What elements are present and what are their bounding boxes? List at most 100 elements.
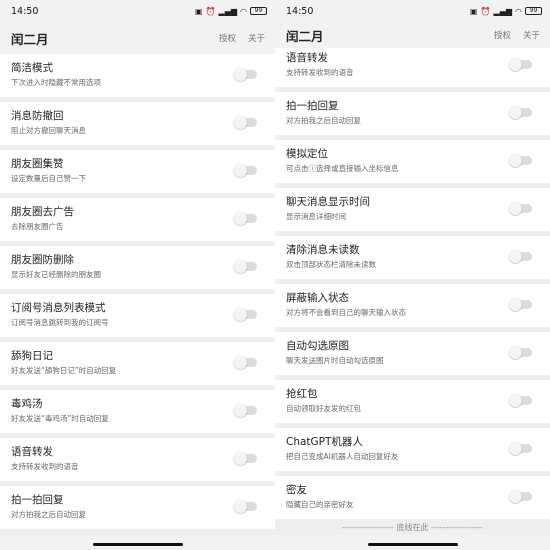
toggle-knob bbox=[234, 356, 247, 369]
setting-item[interactable]: 订阅号消息列表模式 订阅号消息跳转到我的订阅号 bbox=[0, 294, 275, 337]
setting-title: 清除消息未读数 bbox=[286, 244, 360, 256]
toggle-knob bbox=[234, 404, 247, 417]
toggle-knob bbox=[509, 202, 522, 215]
setting-item[interactable]: 聊天消息显示时间 显示消息详细时间 bbox=[275, 188, 550, 231]
setting-title: 订阅号消息列表模式 bbox=[11, 302, 106, 314]
setting-title: 朋友圈防删除 bbox=[11, 254, 74, 266]
signal-icon: ▂▄▆ bbox=[493, 6, 513, 16]
setting-item[interactable]: 朋友圈防删除 显示好友已经删除的朋友圈 bbox=[0, 246, 275, 289]
gesture-bar bbox=[275, 535, 550, 550]
setting-description: 设定数量后自己赞一下 bbox=[11, 174, 86, 183]
setting-toggle[interactable] bbox=[234, 68, 257, 81]
setting-item[interactable]: 消息防撤回 阻止对方撤回聊天消息 bbox=[0, 102, 275, 145]
setting-title: 语音转发 bbox=[286, 52, 328, 64]
setting-toggle[interactable] bbox=[234, 308, 257, 321]
setting-description: 双击顶部状态栏清除未读数 bbox=[286, 260, 376, 269]
status-icons: ▣ ⏰ ▂▄▆ ◠ 99 bbox=[195, 7, 267, 16]
toggle-knob bbox=[234, 116, 247, 129]
setting-toggle[interactable] bbox=[234, 356, 257, 369]
setting-title: 语音转发 bbox=[11, 446, 53, 458]
setting-item[interactable]: 毒鸡汤好友发送“毒鸡汤”时自动回复 bbox=[0, 390, 275, 433]
setting-toggle[interactable] bbox=[509, 202, 532, 215]
setting-description: 隐藏自己的亲密好友 bbox=[286, 500, 354, 509]
setting-item[interactable]: 拍一拍回复 对方拍我之后自动回复 bbox=[0, 486, 275, 529]
setting-description: 去除朋友圈广告 bbox=[11, 222, 64, 231]
setting-item[interactable]: 模拟定位可点击ⓘ选择或直接输入坐标信息 bbox=[275, 140, 550, 183]
setting-toggle[interactable] bbox=[509, 394, 532, 407]
setting-description: 支持转发收到的语音 bbox=[11, 462, 79, 471]
toggle-knob bbox=[234, 164, 247, 177]
app-title: 闰二月 bbox=[286, 28, 324, 44]
setting-toggle[interactable] bbox=[509, 58, 532, 71]
setting-description: 显示消息详细时间 bbox=[286, 212, 346, 221]
setting-item[interactable]: ChatGPT机器人 把自己变成AI机器人自动回复好友 bbox=[275, 428, 550, 471]
setting-description: 对方拍我之后自动回复 bbox=[286, 116, 361, 125]
setting-title: 简洁模式 bbox=[11, 62, 53, 74]
setting-description: 对方拍我之后自动回复 bbox=[11, 510, 86, 519]
setting-toggle[interactable] bbox=[509, 298, 532, 311]
setting-item[interactable]: 自动勾选原图聊天发送图片时自动勾选原图 bbox=[275, 332, 550, 375]
about-button[interactable]: 关于 bbox=[523, 29, 540, 41]
setting-toggle[interactable] bbox=[234, 404, 257, 417]
setting-item-voice-forward[interactable]: 语音转发 支持转发收到的语音 bbox=[275, 44, 550, 87]
about-button[interactable]: 关于 bbox=[248, 32, 265, 44]
setting-toggle[interactable] bbox=[234, 164, 257, 177]
screenshot-pair: 14:50 ▣ ⏰ ▂▄▆ ◠ 99 闰二月 授权 关于 简洁模式 下次进入时隐藏… bbox=[0, 0, 550, 550]
setting-description: 聊天发送图片时自动勾选原图 bbox=[286, 356, 384, 365]
home-handle[interactable] bbox=[92, 543, 183, 546]
setting-item[interactable]: 清除消息未读数双击顶部状态栏清除未读数 bbox=[275, 236, 550, 279]
setting-title: 自动勾选原图 bbox=[286, 340, 349, 352]
authorize-button[interactable]: 授权 bbox=[219, 32, 236, 44]
toggle-knob bbox=[509, 106, 522, 119]
app-bar: 闰二月 授权 关于 bbox=[275, 22, 550, 48]
wifi-icon: ◠ bbox=[240, 6, 247, 16]
toggle-knob bbox=[234, 260, 247, 273]
setting-toggle[interactable] bbox=[509, 106, 532, 119]
setting-title: 密友 bbox=[286, 484, 307, 496]
setting-item[interactable]: 舔狗日记 好友发送“舔狗日记”时自动回复 bbox=[0, 342, 275, 385]
setting-description: 可点击ⓘ选择或直接输入坐标信息 bbox=[286, 164, 399, 173]
settings-list: 语音转发 支持转发收到的语音 拍一拍回复 对方拍我之后自动回复模拟定位可点击ⓘ选择… bbox=[275, 44, 550, 524]
setting-description: 自动领取好友发的红包 bbox=[286, 404, 361, 413]
setting-toggle[interactable] bbox=[234, 212, 257, 225]
setting-toggle[interactable] bbox=[234, 116, 257, 129]
setting-toggle[interactable] bbox=[509, 490, 532, 503]
status-bar: 14:50 ▣ ⏰ ▂▄▆ ◠ 99 bbox=[275, 0, 550, 22]
setting-item[interactable]: 屏蔽输入状态 对方将不会看到自己的聊天输入状态 bbox=[275, 284, 550, 327]
home-handle[interactable] bbox=[367, 543, 458, 546]
toggle-knob bbox=[234, 500, 247, 513]
alarm-icon: ⏰ bbox=[480, 6, 491, 16]
setting-title: 聊天消息显示时间 bbox=[286, 196, 370, 208]
toggle-knob bbox=[509, 490, 522, 503]
setting-description: 订阅号消息跳转到我的订阅号 bbox=[11, 318, 109, 327]
setting-item[interactable]: 朋友圈集赞 设定数量后自己赞一下 bbox=[0, 150, 275, 193]
app-title: 闰二月 bbox=[11, 31, 49, 47]
setting-toggle[interactable] bbox=[234, 260, 257, 273]
setting-item[interactable]: 语音转发支持转发收到的语音 bbox=[0, 438, 275, 481]
setting-item[interactable]: 抢红包自动领取好友发的红包 bbox=[275, 380, 550, 423]
status-time: 14:50 bbox=[286, 5, 314, 17]
status-icons: ▣ ⏰ ▂▄▆ ◠ 99 bbox=[470, 7, 542, 16]
setting-toggle[interactable] bbox=[509, 442, 532, 455]
setting-toggle[interactable] bbox=[509, 154, 532, 167]
setting-item[interactable]: 密友隐藏自己的亲密好友 bbox=[275, 476, 550, 519]
setting-description: 好友发送“毒鸡汤”时自动回复 bbox=[11, 414, 109, 423]
setting-item[interactable]: 朋友圈去广告 去除朋友圈广告 bbox=[0, 198, 275, 241]
toggle-knob bbox=[234, 452, 247, 465]
settings-list: 简洁模式 下次进入时隐藏不常用选项 消息防撤回 阻止对方撤回聊天消息 朋友圈集赞 设定数量… bbox=[0, 54, 275, 534]
list-end-footer: ------------------ 底线在此 ----------------… bbox=[275, 521, 550, 535]
authorize-button[interactable]: 授权 bbox=[494, 29, 511, 41]
setting-description: 对方将不会看到自己的聊天输入状态 bbox=[286, 308, 406, 317]
toggle-knob bbox=[509, 394, 522, 407]
setting-item[interactable]: 拍一拍回复 对方拍我之后自动回复 bbox=[275, 92, 550, 135]
setting-item[interactable]: 简洁模式 下次进入时隐藏不常用选项 bbox=[0, 54, 275, 97]
setting-toggle[interactable] bbox=[509, 250, 532, 263]
setting-title: 模拟定位 bbox=[286, 148, 328, 160]
setting-toggle[interactable] bbox=[234, 452, 257, 465]
setting-toggle[interactable] bbox=[509, 346, 532, 359]
setting-title: 毒鸡汤 bbox=[11, 398, 43, 410]
setting-title: 抢红包 bbox=[286, 388, 318, 400]
toggle-knob bbox=[509, 154, 522, 167]
setting-toggle[interactable] bbox=[234, 500, 257, 513]
gesture-bar bbox=[0, 535, 275, 550]
